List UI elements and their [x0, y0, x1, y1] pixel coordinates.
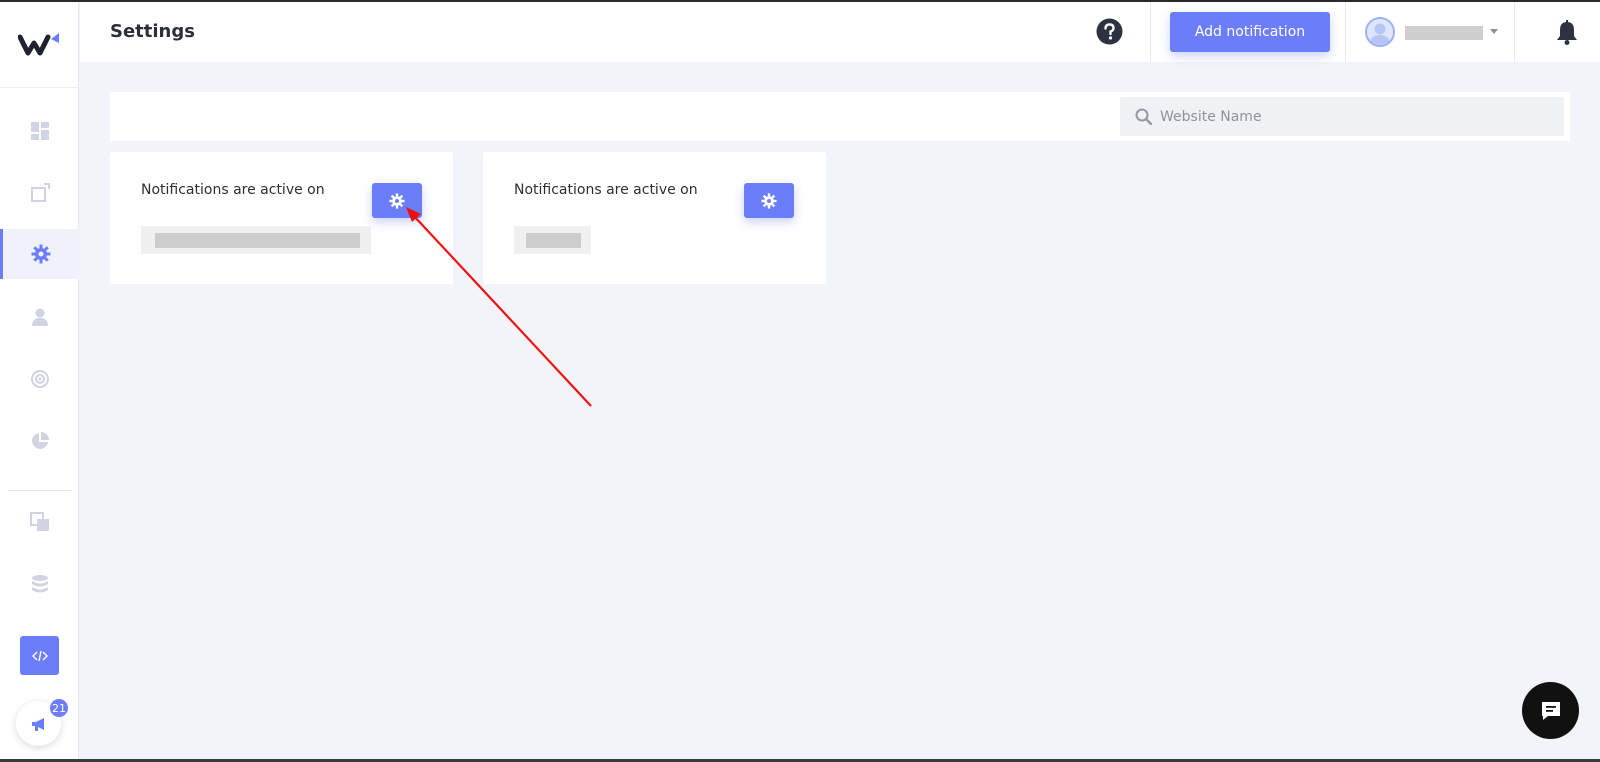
search-input[interactable]: [1160, 97, 1550, 136]
user-name-redacted[interactable]: [1405, 26, 1483, 40]
dashboard-icon: [30, 122, 49, 140]
website-card: Notifications are active on: [483, 152, 826, 284]
header-separator: [1345, 2, 1346, 62]
logo-icon: [17, 32, 59, 55]
sidebar-item-settings[interactable]: [0, 229, 79, 279]
card-label: Notifications are active on: [141, 182, 325, 198]
bell-icon: [1557, 20, 1577, 45]
top-header: Settings Add notification: [80, 2, 1600, 62]
card-settings-button[interactable]: [372, 183, 422, 218]
sidebar-item-target[interactable]: [0, 354, 79, 404]
code-icon: [31, 650, 48, 661]
website-name-redacted: [514, 226, 591, 254]
chevron-down-icon[interactable]: [1490, 29, 1498, 34]
sidebar: 21: [0, 2, 79, 760]
user-icon: [31, 308, 48, 326]
target-icon: [30, 370, 49, 388]
announcements-badge: 21: [50, 699, 68, 717]
help-button[interactable]: [1096, 18, 1123, 45]
sidebar-item-user[interactable]: [0, 292, 79, 342]
help-question-icon: [1096, 18, 1123, 45]
settings-gear-icon: [389, 192, 405, 209]
sidebar-item-database[interactable]: [0, 559, 79, 609]
layers-icon: [29, 512, 49, 531]
website-search[interactable]: [1120, 97, 1564, 136]
header-separator: [1514, 2, 1515, 62]
sidebar-item-reports[interactable]: [0, 416, 79, 466]
database-icon: [31, 575, 48, 593]
chat-icon: [1541, 701, 1560, 720]
embed-code-button[interactable]: [20, 636, 59, 675]
card-label: Notifications are active on: [514, 182, 698, 198]
sidebar-item-new-window[interactable]: [0, 168, 79, 218]
chat-widget-button[interactable]: [1522, 682, 1579, 739]
user-avatar-icon: [1370, 23, 1390, 45]
settings-gear-icon: [31, 244, 51, 264]
card-settings-button[interactable]: [744, 183, 794, 218]
website-name-redacted: [141, 226, 371, 254]
sidebar-item-layers[interactable]: [0, 497, 79, 547]
page-title: Settings: [110, 21, 195, 42]
website-card: Notifications are active on: [110, 152, 453, 284]
add-notification-button[interactable]: Add notification: [1170, 12, 1330, 52]
megaphone-icon: [31, 717, 44, 731]
search-panel: [110, 92, 1570, 141]
sidebar-divider: [8, 490, 71, 491]
avatar[interactable]: [1365, 17, 1395, 47]
sidebar-item-dashboard[interactable]: [0, 106, 79, 156]
new-window-icon: [30, 183, 50, 202]
pie-chart-icon: [31, 432, 49, 449]
app-logo[interactable]: [0, 2, 79, 88]
search-icon: [1135, 108, 1152, 125]
settings-gear-icon: [761, 192, 777, 209]
notifications-bell-button[interactable]: [1555, 20, 1579, 46]
header-separator: [1150, 2, 1151, 62]
